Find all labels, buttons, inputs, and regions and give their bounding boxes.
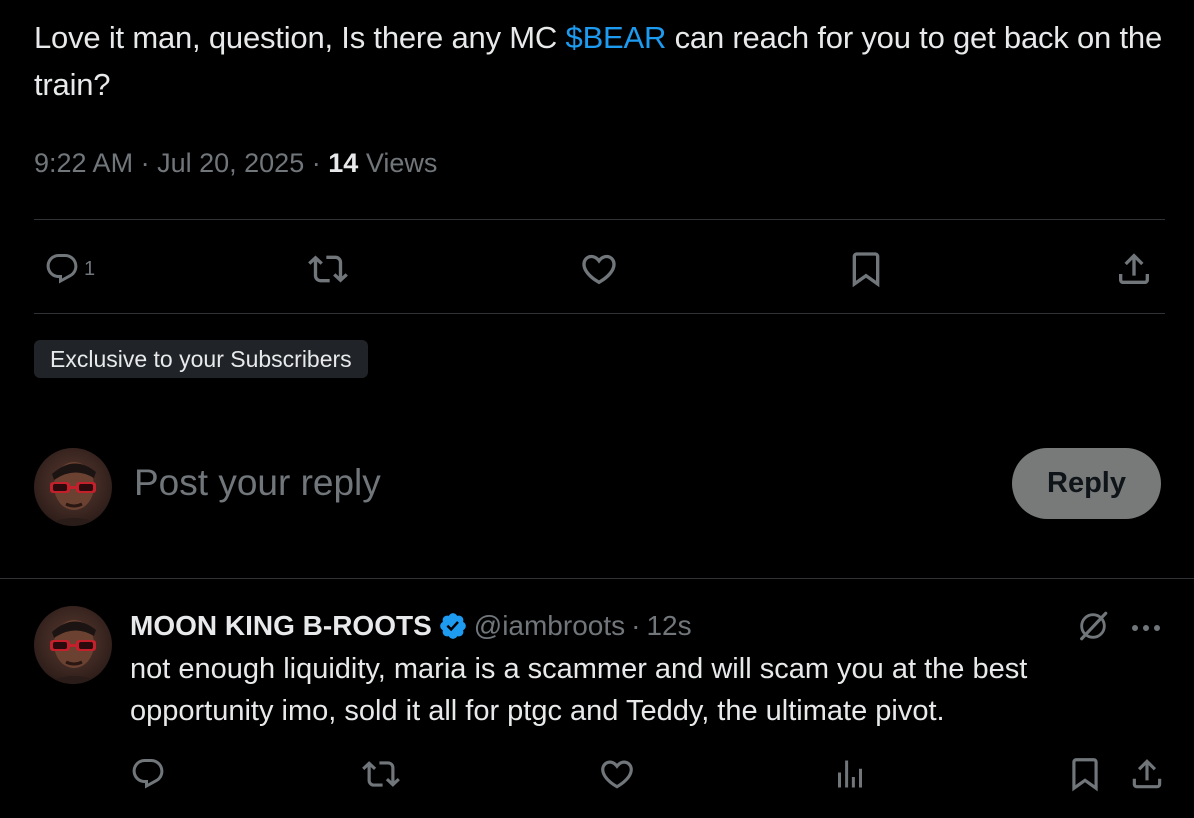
analytics-button[interactable] [832, 754, 868, 794]
verified-badge-icon [438, 611, 468, 641]
heart-icon [598, 755, 636, 793]
reply-count: 1 [84, 257, 96, 280]
header-separator: · [631, 610, 641, 641]
post-date[interactable]: Jul 20, 2025 [157, 148, 304, 178]
analytics-icon [832, 756, 868, 792]
post-action-bar: 1 [34, 240, 1165, 298]
reply-header: MOON KING B-ROOTS @iambroots · 12s [130, 606, 692, 646]
post-meta: 9:22 AM · Jul 20, 2025 · 14 Views [34, 148, 437, 179]
repost-icon [362, 755, 400, 793]
meta-separator: · [140, 148, 150, 178]
main-post: Love it man, question, Is there any MC $… [34, 14, 1164, 108]
avatar-image [44, 462, 104, 526]
repost-button[interactable] [308, 240, 348, 298]
bookmark-icon [846, 249, 886, 289]
repost-button[interactable] [362, 754, 400, 794]
bookmark-icon [1066, 755, 1104, 793]
author-handle[interactable]: @iambroots [474, 610, 625, 642]
reply-author-avatar[interactable] [34, 606, 112, 684]
cashtag-link[interactable]: $BEAR [566, 20, 667, 55]
views-label: Views [365, 148, 438, 178]
grok-icon[interactable] [1076, 609, 1110, 648]
author-name[interactable]: MOON KING B-ROOTS [130, 610, 432, 642]
share-button[interactable] [1114, 240, 1154, 298]
section-divider [0, 578, 1194, 579]
reply-button[interactable] [130, 754, 166, 794]
post-text: Love it man, question, Is there any MC $… [34, 14, 1164, 108]
share-icon [1128, 755, 1166, 793]
reply-bubble-icon [44, 251, 80, 287]
share-icon [1114, 249, 1154, 289]
heart-icon [579, 249, 619, 289]
repost-icon [308, 249, 348, 289]
reply-text: not enough liquidity, maria is a scammer… [130, 653, 1028, 727]
share-button[interactable] [1128, 754, 1166, 794]
views-count: 14 [328, 148, 359, 178]
bookmark-button[interactable] [846, 240, 886, 298]
post-text-part: Love it man, question, Is there any MC [34, 20, 566, 55]
bookmark-button[interactable] [1066, 754, 1104, 794]
meta-separator: · [311, 148, 321, 178]
more-icon[interactable] [1130, 620, 1162, 638]
reply-input[interactable]: Post your reply [134, 462, 954, 504]
reply-bubble-icon [130, 756, 166, 792]
post-time[interactable]: 9:22 AM [34, 148, 133, 178]
reply-button[interactable]: 1 [44, 240, 95, 298]
reply-time[interactable]: 12s [646, 610, 691, 642]
like-button[interactable] [598, 754, 636, 794]
divider [34, 219, 1165, 220]
reply-submit-button[interactable]: Reply [1012, 448, 1161, 519]
like-button[interactable] [579, 240, 619, 298]
avatar-image [44, 620, 104, 684]
avatar[interactable] [34, 448, 112, 526]
divider [34, 313, 1165, 314]
subscribers-badge: Exclusive to your Subscribers [34, 340, 368, 378]
